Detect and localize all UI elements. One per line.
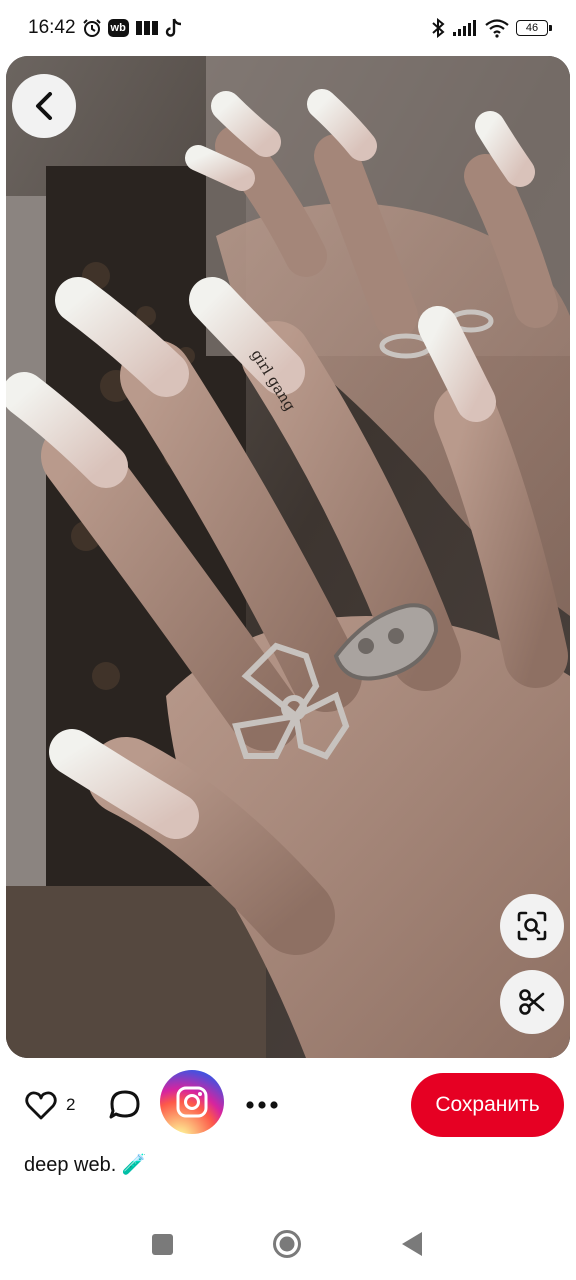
status-bar: 16:42 wb 46 [0, 0, 576, 56]
battery-indicator: 46 [516, 20, 552, 36]
visual-search-icon [517, 911, 547, 941]
sim-icon [135, 17, 159, 39]
save-button[interactable]: Сохранить [411, 1073, 564, 1137]
pin-image-art: girl gang [6, 56, 570, 1058]
pin-image[interactable]: girl gang [6, 56, 570, 1058]
system-nav-bar [0, 1212, 576, 1280]
recent-apps-icon[interactable] [152, 1234, 173, 1255]
heart-icon[interactable] [24, 1089, 58, 1123]
action-bar: 2 Сохранить [0, 1066, 576, 1146]
instagram-share-button[interactable] [160, 1070, 224, 1134]
wb-icon: wb [107, 17, 129, 39]
status-time: 16:42 [28, 17, 76, 38]
cut-out-button[interactable] [500, 970, 564, 1034]
scissors-icon [519, 989, 545, 1015]
back-button[interactable] [12, 74, 76, 138]
instagram-icon [176, 1086, 208, 1118]
alarm-icon [82, 17, 102, 39]
home-icon[interactable] [272, 1229, 302, 1259]
bluetooth-icon [430, 17, 446, 39]
wifi-icon [484, 17, 510, 39]
visual-search-button[interactable] [500, 894, 564, 958]
back-arrow-icon [36, 92, 52, 120]
wb-badge: wb [107, 19, 129, 37]
back-icon[interactable] [400, 1231, 424, 1257]
tiktok-icon [165, 17, 183, 39]
more-options-icon[interactable] [244, 1088, 280, 1122]
status-right: 46 [430, 17, 552, 39]
signal-icon [452, 17, 478, 39]
pin-title: deep web. 🧪 [24, 1154, 147, 1176]
status-left: 16:42 wb [28, 17, 183, 39]
comment-icon[interactable] [108, 1088, 142, 1122]
like-count: 2 [66, 1095, 76, 1114]
